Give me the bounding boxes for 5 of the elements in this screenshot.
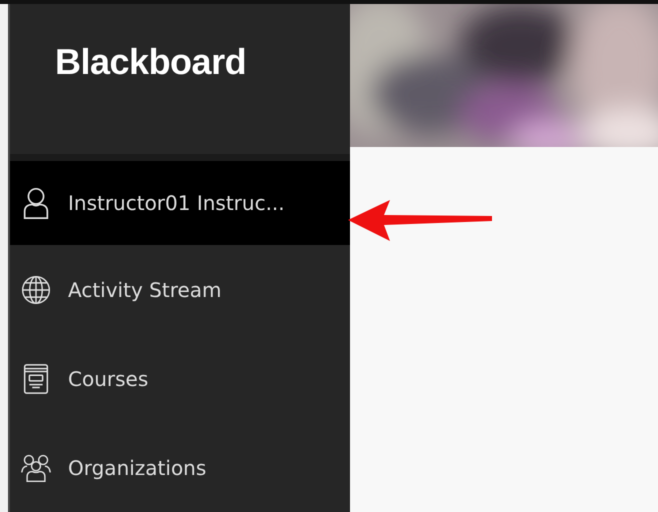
nav-item[interactable]: Activity Stream [10,245,350,334]
nav-item[interactable]: Courses [10,334,350,424]
nav-item[interactable]: Organizations [10,423,350,512]
logo[interactable]: Blackboard [55,41,246,83]
nav-item[interactable]: Instructor01 Instruc... [10,161,350,246]
